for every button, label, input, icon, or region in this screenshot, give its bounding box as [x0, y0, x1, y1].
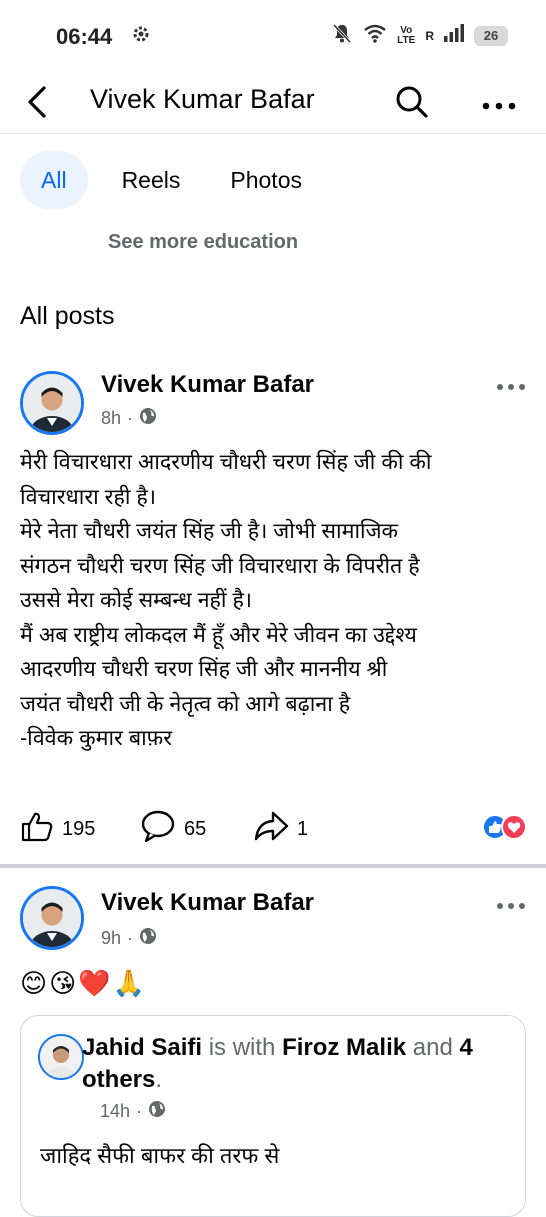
- tab-reels[interactable]: Reels: [102, 151, 201, 209]
- back-arrow-icon[interactable]: [24, 84, 56, 125]
- post-more-icon[interactable]: [496, 378, 526, 396]
- shared-time: 14h: [100, 1101, 131, 1121]
- like-icon: [20, 810, 54, 848]
- share-button[interactable]: 1: [253, 810, 308, 848]
- post-author[interactable]: Vivek Kumar Bafar: [101, 889, 314, 917]
- like-count: 195: [62, 817, 96, 840]
- tab-photos[interactable]: Photos: [210, 151, 322, 209]
- gear-icon: [132, 25, 150, 48]
- status-time: 06:44: [56, 24, 113, 49]
- tab-all[interactable]: All: [20, 151, 88, 209]
- header-divider: [0, 133, 546, 134]
- avatar[interactable]: [20, 886, 84, 950]
- like-button[interactable]: 195: [20, 810, 95, 848]
- app-bar: Vivek Kumar Bafar: [0, 72, 546, 132]
- more-icon[interactable]: [482, 97, 516, 115]
- tagged-person[interactable]: Firoz Malik: [282, 1034, 406, 1061]
- share-count: 1: [297, 817, 309, 840]
- shared-meta: 14h ·: [100, 1100, 166, 1123]
- wifi-icon: [363, 23, 387, 48]
- comment-button[interactable]: 65: [140, 810, 206, 848]
- comment-icon: [140, 810, 176, 848]
- globe-icon: [139, 407, 157, 430]
- post-more-icon[interactable]: [496, 897, 526, 915]
- globe-icon: [148, 1100, 166, 1123]
- shared-avatar[interactable]: [38, 1034, 84, 1080]
- post-meta: 8h ·: [101, 407, 157, 430]
- search-icon[interactable]: [394, 84, 430, 125]
- share-icon: [253, 810, 289, 848]
- filter-tabs: All Reels Photos: [20, 151, 322, 209]
- section-title: All posts: [20, 302, 115, 330]
- volte-indicator: Vo LTE: [397, 24, 416, 46]
- reactions-summary[interactable]: [480, 812, 530, 842]
- see-more-education-link[interactable]: See more education: [108, 231, 298, 254]
- mute-icon: [331, 22, 353, 49]
- post-time: 9h: [101, 928, 122, 948]
- shared-author[interactable]: Jahid Saifi: [82, 1034, 202, 1061]
- roaming-indicator: R: [425, 28, 434, 43]
- signal-icon: [444, 24, 464, 47]
- post-actions: 195 65 1: [20, 810, 530, 846]
- post-meta: 9h ·: [101, 927, 157, 950]
- post-text: मेरी विचारधारा आदरणीय चौधरी चरण सिंह जी …: [20, 450, 432, 750]
- page-title: Vivek Kumar Bafar: [90, 84, 315, 114]
- status-bar: 06:44 Vo LTE R 26: [0, 0, 546, 72]
- avatar[interactable]: [20, 371, 84, 435]
- post-author[interactable]: Vivek Kumar Bafar: [101, 371, 314, 399]
- shared-post-text: जाहिद सैफी बाफर की तरफ से: [40, 1143, 280, 1168]
- battery-icon: 26: [474, 25, 508, 46]
- shared-post-header: Jahid Saifi is with Firoz Malik and 4 ot…: [82, 1034, 473, 1093]
- post-time: 8h: [101, 408, 122, 428]
- comment-count: 65: [184, 817, 207, 840]
- post-separator: [0, 864, 546, 868]
- globe-icon: [139, 927, 157, 950]
- post-emojis: 😊😘❤️🙏: [20, 968, 147, 998]
